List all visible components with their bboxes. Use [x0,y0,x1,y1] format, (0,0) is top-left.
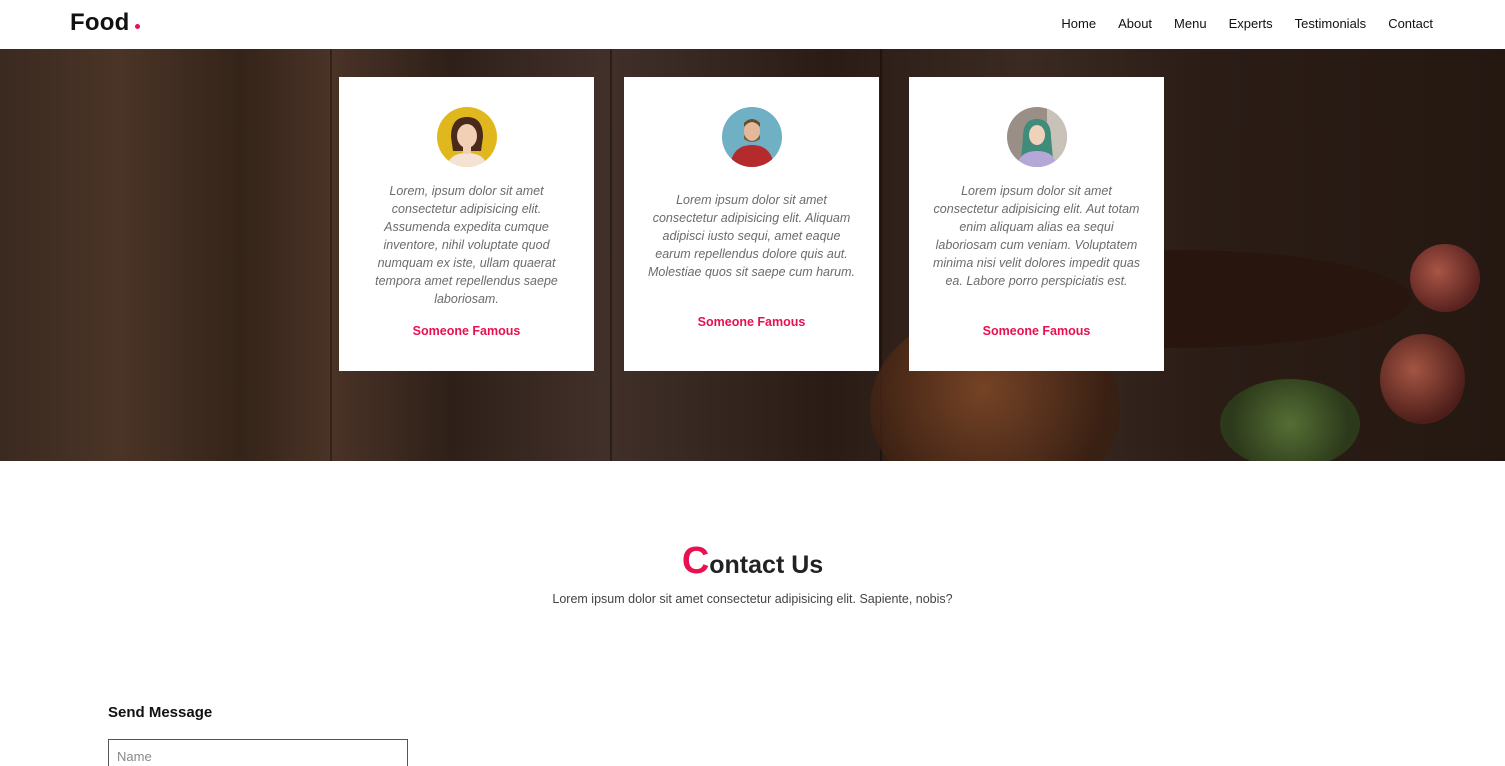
brand-dot-icon [135,24,141,29]
avatar [722,107,782,167]
testimonial-author: Someone Famous [982,324,1091,338]
site-header: Food Home About Menu Experts Testimonial… [0,0,1505,49]
testimonial-quote: Lorem, ipsum dolor sit amet consectetur … [375,184,558,306]
onion-decoration [1410,244,1480,312]
avatar [1007,107,1067,167]
nav-about[interactable]: About [1118,16,1152,31]
brand-logo[interactable]: Food [70,9,141,37]
wood-plank-line [610,49,612,461]
contact-title-rest: ontact Us [709,551,824,579]
nav-contact[interactable]: Contact [1388,16,1433,31]
woman-green-hair-avatar-icon [1007,107,1067,167]
lettuce-decoration [1220,379,1360,461]
testimonial-author: Someone Famous [697,315,806,329]
avatar [437,107,497,167]
testimonial-card-2: Lorem ipsum dolor sit amet consectetur a… [624,77,879,371]
testimonial-card-3: Lorem ipsum dolor sit amet consectetur a… [909,77,1164,371]
woman-yellow-background-avatar-icon [437,107,497,167]
onion-decoration [1380,334,1465,424]
testimonial-quote: Lorem ipsum dolor sit amet consectetur a… [647,193,856,279]
testimonial-quote: Lorem ipsum dolor sit amet consectetur a… [932,184,1141,288]
testimonial-author: Someone Famous [412,324,521,338]
nav-menu[interactable]: Menu [1174,16,1207,31]
nav-experts[interactable]: Experts [1229,16,1273,31]
main-nav: Home About Menu Experts Testimonials Con… [1061,16,1433,31]
contact-title: Contact Us [0,540,1505,583]
nav-home[interactable]: Home [1061,16,1096,31]
man-red-sweater-avatar-icon [722,107,782,167]
contact-title-initial: C [681,540,710,582]
wood-plank-line [330,49,332,461]
brand-name: Food [70,9,130,36]
send-message-title: Send Message [108,704,213,721]
name-input[interactable] [108,739,408,766]
contact-subtitle: Lorem ipsum dolor sit amet consectetur a… [552,592,953,606]
testimonial-card-1: Lorem, ipsum dolor sit amet consectetur … [339,77,594,371]
nav-testimonials[interactable]: Testimonials [1295,16,1367,31]
